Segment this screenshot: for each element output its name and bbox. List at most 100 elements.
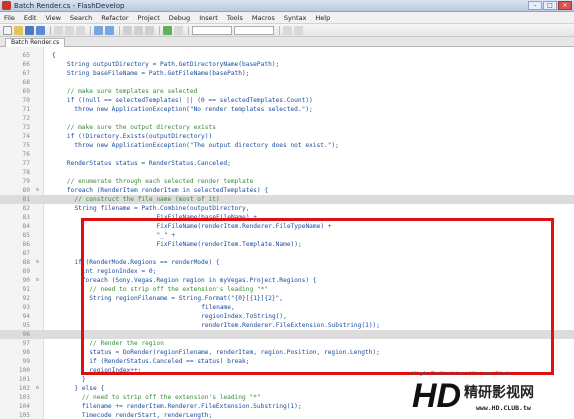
code-line[interactable]: 68 (0, 78, 574, 87)
code-line[interactable]: 69 // make sure templates are selected (0, 87, 574, 96)
line-number: 101 (18, 376, 30, 383)
code-line[interactable]: 89 int regionIndex = 0; (0, 267, 574, 276)
code-line[interactable]: 99 if (RenderStatus.Canceled == status) b… (0, 357, 574, 366)
line-number: 91 (22, 286, 30, 293)
copy-icon[interactable] (65, 25, 74, 35)
code-line[interactable]: 71 throw new ApplicationException("No ren… (0, 105, 574, 114)
menu-project[interactable]: Project (138, 14, 160, 22)
code-line[interactable]: 82 String filename = Path.Combine(outputD… (0, 204, 574, 213)
code-text: foreach (RenderItem renderItem in select… (66, 187, 269, 194)
line-number: 90 (22, 277, 30, 284)
line-number: 65 (22, 52, 30, 59)
menu-file[interactable]: File (4, 14, 15, 22)
code-line[interactable]: 105 Timecode renderStart, renderLength; (0, 411, 574, 419)
code-line[interactable]: 94 regionIndex.ToString(), (0, 312, 574, 321)
panel-icon[interactable] (294, 25, 303, 35)
menu-syntax[interactable]: Syntax (284, 14, 306, 22)
menu-view[interactable]: View (45, 14, 60, 22)
code-line[interactable]: 75 throw new ApplicationException("The ou… (0, 141, 574, 150)
code-line[interactable]: 77 RenderStatus status = RenderStatus.Can… (0, 159, 574, 168)
code-line[interactable]: 85 "_" + (0, 231, 574, 240)
line-number: 97 (22, 340, 30, 347)
code-line[interactable]: 91 // need to strip off the extension's l… (0, 285, 574, 294)
code-line[interactable]: 84 FixFileName(renderItem.Renderer.FileTy… (0, 222, 574, 231)
cut-icon[interactable] (54, 25, 63, 35)
fold-toggle-icon[interactable]: ⊟ (33, 384, 42, 393)
code-line[interactable]: 88 ⊟ if (RenderMode.Regions == renderMode)… (0, 258, 574, 267)
code-text: filename, (201, 304, 235, 311)
configuration-dropdown[interactable] (192, 25, 232, 35)
menu-macros[interactable]: Macros (252, 14, 275, 22)
code-line[interactable]: 79 // enumerate through each selected ren… (0, 177, 574, 186)
code-text: String regionFilename = String.Format("{… (89, 295, 284, 302)
watermark-url: www.HD.CLUB.tw (476, 404, 531, 412)
menu-refactor[interactable]: Refactor (101, 14, 128, 22)
menu-insert[interactable]: Insert (199, 14, 218, 22)
new-file-icon[interactable] (3, 25, 12, 35)
toolbar-divider (159, 25, 160, 35)
fold-toggle-icon[interactable]: ⊟ (33, 258, 42, 267)
menu-help[interactable]: Help (315, 14, 330, 22)
code-line[interactable]: 87 (0, 249, 574, 258)
code-editor[interactable]: 65 {66 String outputDirectory = Path.GetDi… (0, 47, 574, 419)
menu-tools[interactable]: Tools (227, 14, 243, 22)
replace-icon[interactable] (134, 25, 143, 35)
minimize-button[interactable]: – (528, 1, 542, 10)
find-icon[interactable] (123, 25, 132, 35)
undo-icon[interactable] (94, 25, 103, 35)
code-line[interactable]: 70 if ((null == selectedTemplates) || (0 … (0, 96, 574, 105)
paste-icon[interactable] (76, 25, 85, 35)
line-number: 98 (22, 349, 30, 356)
line-number: 71 (22, 106, 30, 113)
line-number: 73 (22, 124, 30, 131)
fold-toggle-icon[interactable]: ⊟ (33, 186, 42, 195)
build-icon[interactable] (163, 25, 172, 35)
target-dropdown[interactable] (234, 25, 274, 35)
code-line[interactable]: 74 if (!Directory.Exists(outputDirectory)… (0, 132, 574, 141)
save-all-icon[interactable] (36, 25, 45, 35)
close-button[interactable]: ✕ (558, 1, 572, 10)
line-number: 77 (22, 160, 30, 167)
code-line[interactable]: 86 FixFileName(renderItem.Template.Name))… (0, 240, 574, 249)
line-number: 88 (22, 259, 30, 266)
code-text: } (81, 376, 86, 383)
code-line[interactable]: 96 (0, 330, 574, 339)
debug-icon[interactable] (174, 25, 183, 35)
code-line[interactable]: 80 ⊟ foreach (RenderItem renderItem in sel… (0, 186, 574, 195)
open-folder-icon[interactable] (14, 25, 23, 35)
code-line[interactable]: 95 renderItem.Renderer.FileExtension.Subs… (0, 321, 574, 330)
settings-icon[interactable] (283, 25, 292, 35)
menu-debug[interactable]: Debug (169, 14, 190, 22)
tab-batch-render[interactable]: Batch Render.cs (5, 38, 66, 47)
code-text: // need to strip off the extension's lea… (89, 286, 269, 293)
code-text: } else { (74, 385, 105, 392)
code-text: // construct the file name (most of it) (74, 196, 220, 203)
code-line[interactable]: 76 (0, 150, 574, 159)
code-line[interactable]: 78 (0, 168, 574, 177)
goto-icon[interactable] (145, 25, 154, 35)
redo-icon[interactable] (105, 25, 114, 35)
code-line[interactable]: 97 // Render the region (0, 339, 574, 348)
code-text: regionIndex++; (89, 367, 142, 374)
toolbar-divider (90, 25, 91, 35)
code-line[interactable]: 90 ⊟ foreach (Sony.Vegas.Region region in … (0, 276, 574, 285)
code-line[interactable]: 93 filename, (0, 303, 574, 312)
code-text: if ((null == selectedTemplates) || (0 ==… (66, 97, 313, 104)
code-text: throw new ApplicationException("No rende… (74, 106, 313, 113)
code-line[interactable]: 67 String baseFileName = Path.GetFileName… (0, 69, 574, 78)
save-icon[interactable] (25, 25, 34, 35)
code-line[interactable]: 98 status = DoRender(regionFilename, rend… (0, 348, 574, 357)
code-line[interactable]: 72 (0, 114, 574, 123)
code-line[interactable]: 66 String outputDirectory = Path.GetDirec… (0, 60, 574, 69)
code-line[interactable]: 92 String regionFilename = String.Format(… (0, 294, 574, 303)
menu-search[interactable]: Search (70, 14, 92, 22)
code-text: // enumerate through each selected rende… (66, 178, 254, 185)
code-line[interactable]: 73 // make sure the output directory exis… (0, 123, 574, 132)
code-text: // make sure templates are selected (66, 88, 198, 95)
code-line[interactable]: 65 { (0, 51, 574, 60)
maximize-button[interactable]: □ (543, 1, 557, 10)
menu-edit[interactable]: Edit (24, 14, 37, 22)
code-line[interactable]: 81 // construct the file name (most of it… (0, 195, 574, 204)
code-line[interactable]: 83 FixFileName(baseFileName) + (0, 213, 574, 222)
fold-toggle-icon[interactable]: ⊟ (33, 276, 42, 285)
